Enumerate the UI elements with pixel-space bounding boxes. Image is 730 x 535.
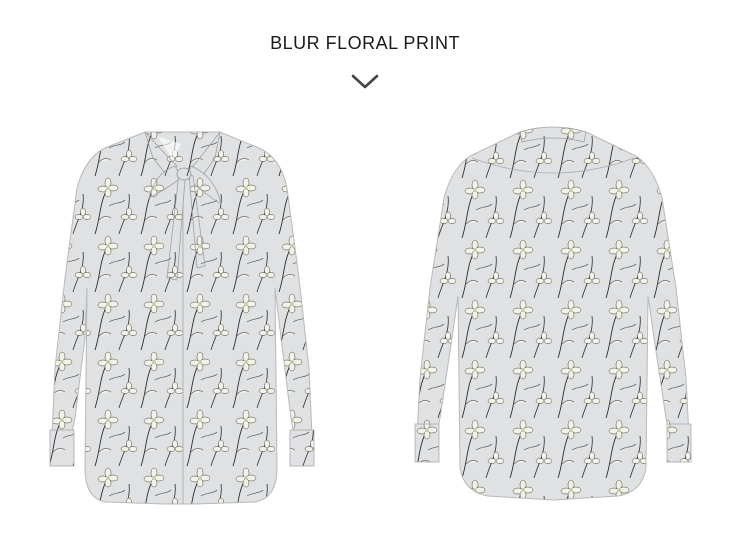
section-title: BLUR FLORAL PRINT xyxy=(270,33,460,53)
chevron-down-icon[interactable] xyxy=(350,70,380,92)
blouse-front-image[interactable] xyxy=(45,118,320,518)
blouse-back-image[interactable] xyxy=(408,118,698,508)
